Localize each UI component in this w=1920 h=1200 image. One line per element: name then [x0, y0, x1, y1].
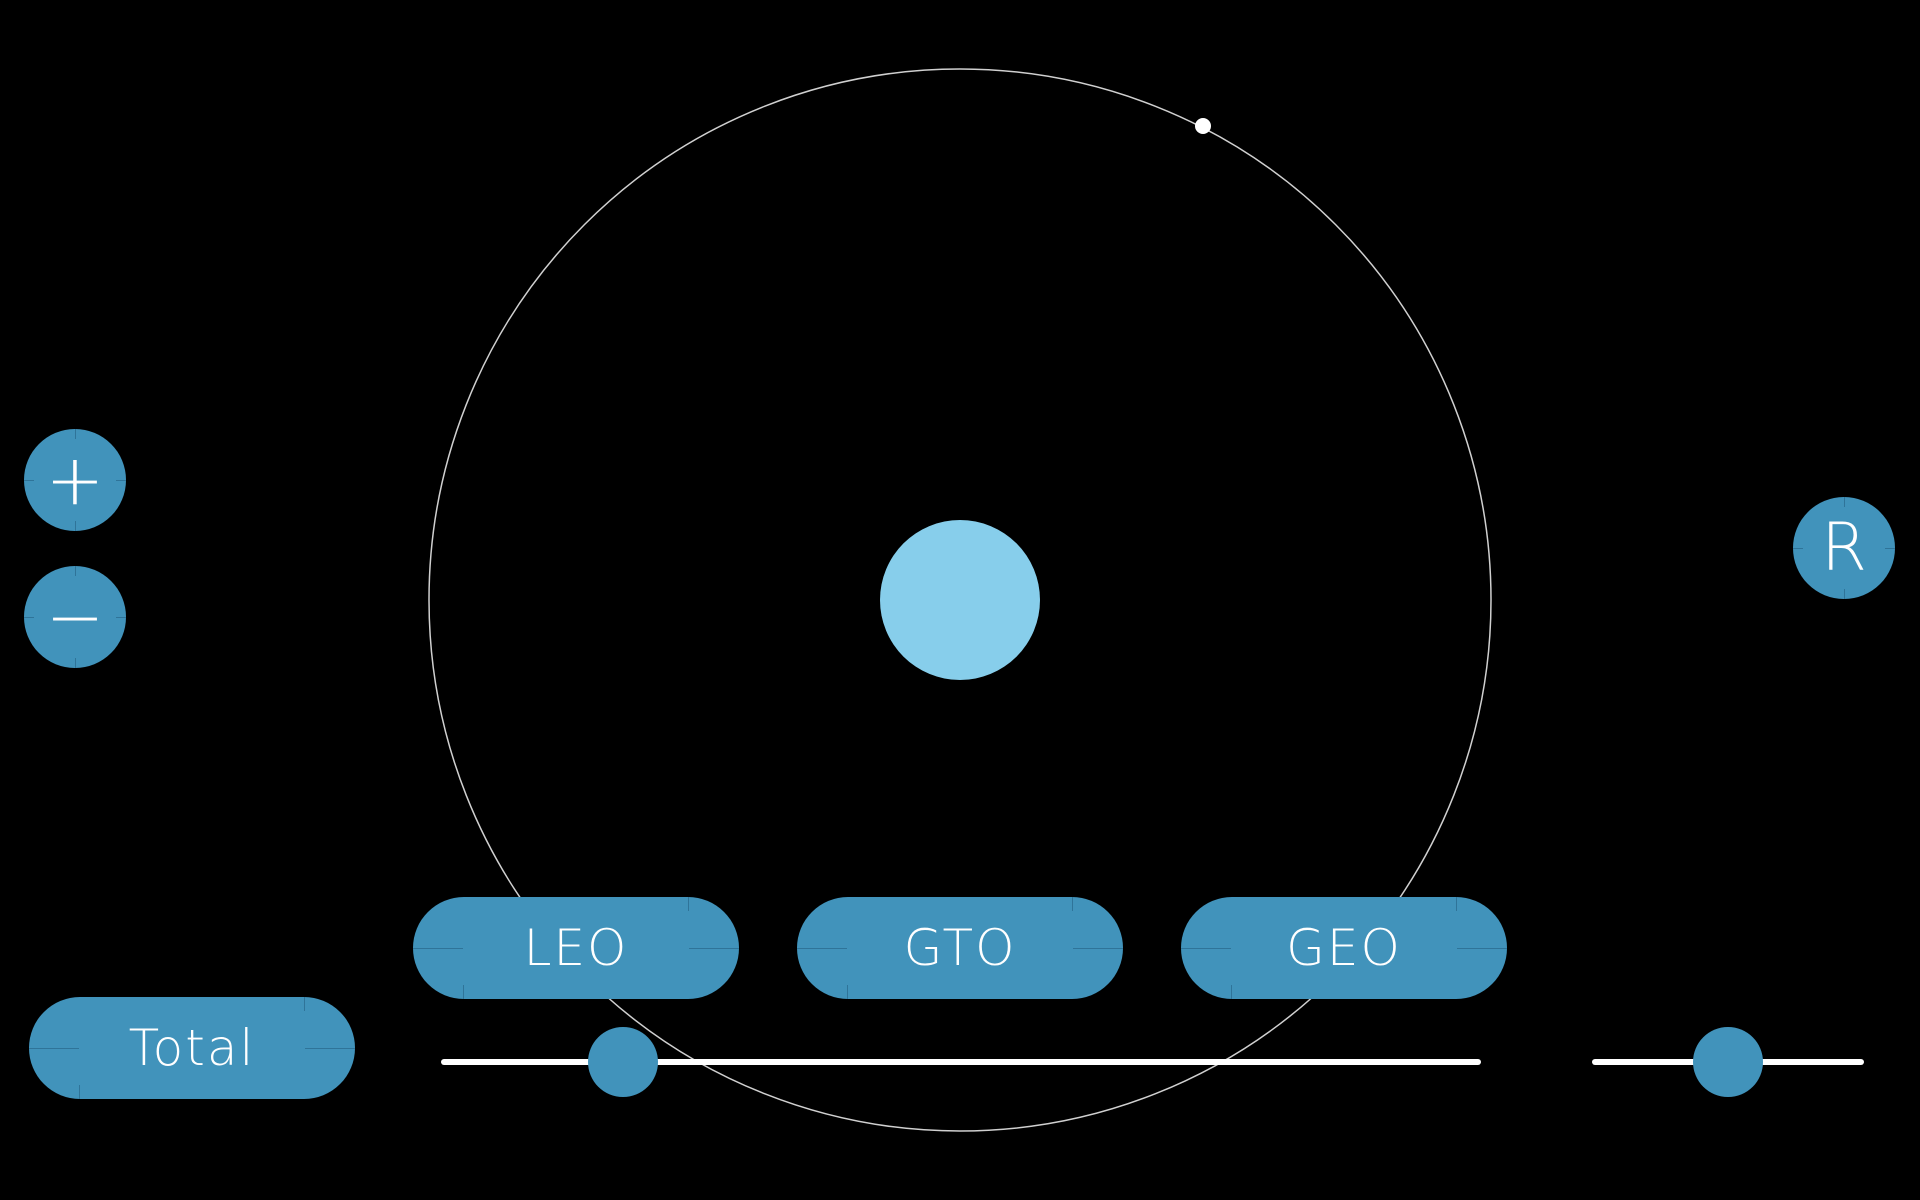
zoom-in-button[interactable]: +	[24, 429, 126, 531]
secondary-slider[interactable]	[1592, 1027, 1864, 1097]
gto-label: GTO	[903, 919, 1017, 977]
total-label: Total	[128, 1019, 256, 1077]
minus-icon: −	[45, 576, 105, 658]
plus-icon: +	[45, 439, 105, 521]
planet	[880, 520, 1040, 680]
geo-label: GEO	[1286, 919, 1402, 977]
geo-button[interactable]: GEO	[1181, 897, 1507, 999]
orbit-slider[interactable]	[441, 1027, 1481, 1097]
reset-button[interactable]: R	[1793, 497, 1895, 599]
orbit-slider-thumb[interactable]	[588, 1027, 658, 1097]
secondary-slider-thumb[interactable]	[1693, 1027, 1763, 1097]
zoom-out-button[interactable]: −	[24, 566, 126, 668]
orbit-simulator-canvas: + − R LEO GTO GEO Total	[0, 0, 1920, 1200]
total-button[interactable]: Total	[29, 997, 355, 1099]
satellite	[1195, 118, 1211, 134]
leo-button[interactable]: LEO	[413, 897, 739, 999]
reset-label: R	[1821, 509, 1867, 586]
gto-button[interactable]: GTO	[797, 897, 1123, 999]
leo-label: LEO	[523, 919, 629, 977]
